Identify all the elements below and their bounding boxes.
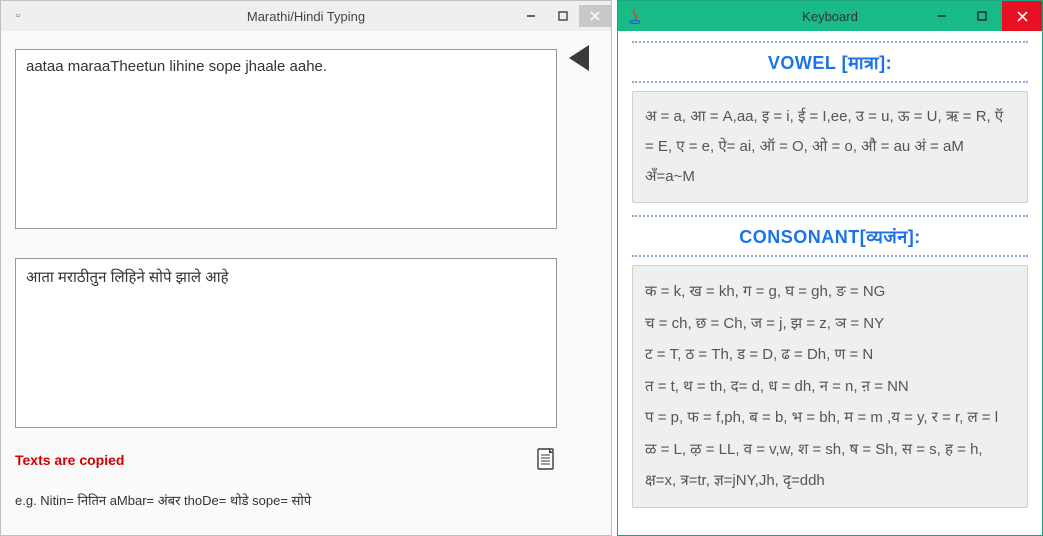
divider xyxy=(632,41,1028,43)
titlebar[interactable]: Keyboard xyxy=(618,1,1042,31)
app-icon: ▫ xyxy=(5,6,31,26)
roman-input[interactable] xyxy=(15,49,557,229)
titlebar[interactable]: ▫ Marathi/Hindi Typing xyxy=(1,1,611,31)
window-title: Marathi/Hindi Typing xyxy=(247,9,365,24)
status-text: Texts are copied xyxy=(15,452,535,468)
maximize-button[interactable] xyxy=(962,1,1002,31)
divider xyxy=(632,255,1028,257)
keyboard-window: Keyboard VOWEL [मात्रा]: अ = a, आ = A,aa… xyxy=(617,0,1043,536)
consonant-heading: CONSONANT[व्यजंन]: xyxy=(632,225,1028,249)
close-button[interactable] xyxy=(1002,1,1042,31)
vowel-heading: VOWEL [मात्रा]: xyxy=(632,51,1028,75)
devanagari-output[interactable] xyxy=(15,258,557,428)
close-button[interactable] xyxy=(579,5,611,27)
divider xyxy=(632,81,1028,83)
maximize-button[interactable] xyxy=(547,5,579,27)
window-body: Texts are copied e.g. Nitin= नितिन aMbar… xyxy=(1,31,611,535)
minimize-button[interactable] xyxy=(515,5,547,27)
window-body: VOWEL [मात्रा]: अ = a, आ = A,aa, इ = i, … xyxy=(618,31,1042,535)
vowel-reference: अ = a, आ = A,aa, इ = i, ई = I,ee, उ = u,… xyxy=(632,91,1028,203)
copy-icon[interactable] xyxy=(535,447,557,473)
back-arrow-icon[interactable] xyxy=(565,43,595,73)
divider xyxy=(632,215,1028,217)
consonant-reference: क = k, ख = kh, ग = g, घ = gh, ङ = NG च =… xyxy=(632,265,1028,508)
window-title: Keyboard xyxy=(802,9,858,24)
typing-window: ▫ Marathi/Hindi Typing Texts are copied … xyxy=(0,0,612,536)
java-icon xyxy=(622,6,648,26)
example-text: e.g. Nitin= नितिन aMbar= अंबर thoDe= थोड… xyxy=(15,491,597,509)
minimize-button[interactable] xyxy=(922,1,962,31)
